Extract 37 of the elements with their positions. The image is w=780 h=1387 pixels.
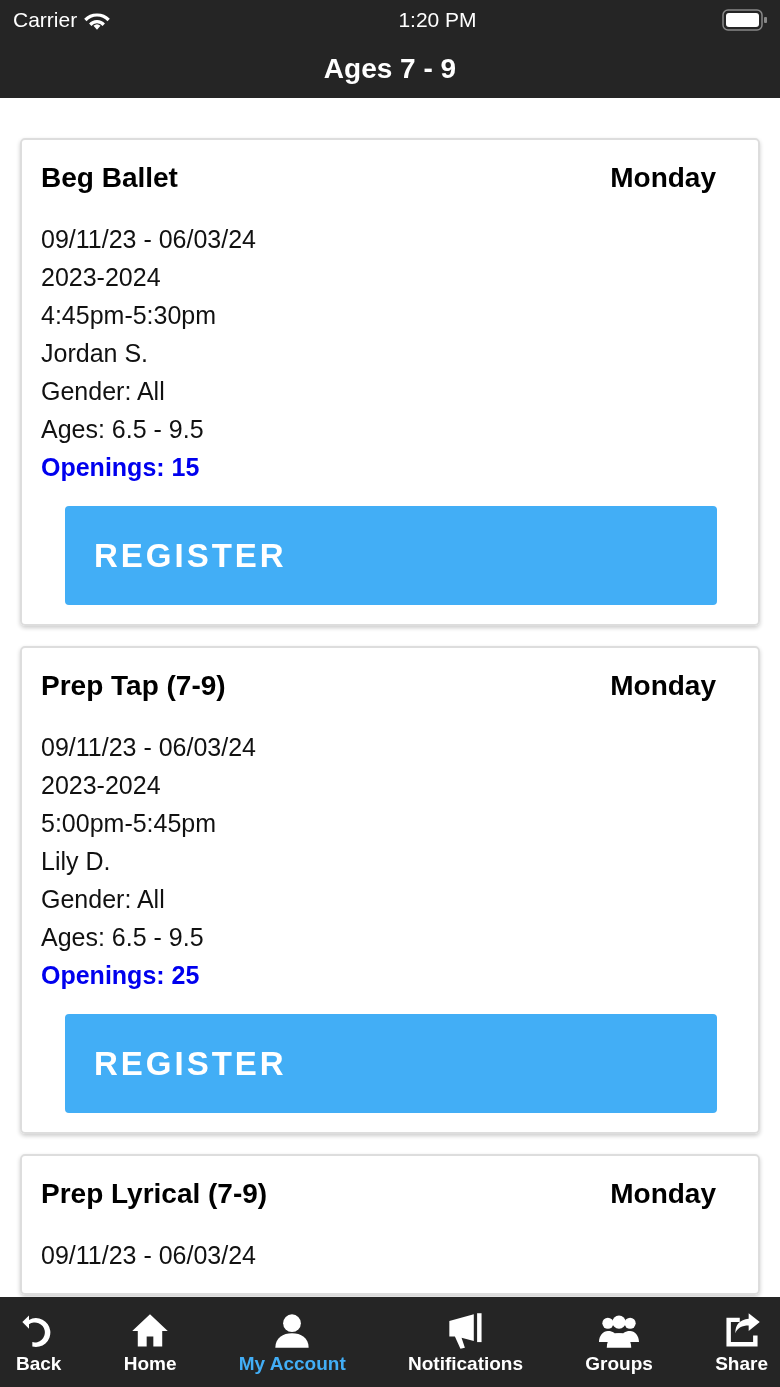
class-day: Monday [610, 1178, 716, 1210]
carrier-name: Carrier [13, 8, 78, 32]
openings-count: Openings: 15 [41, 452, 201, 483]
class-day: Monday [610, 162, 716, 194]
class-detail: Ages: 6.5 - 9.5 [41, 922, 205, 953]
openings-count: Openings: 25 [41, 960, 201, 991]
tab-label: Share [715, 1353, 768, 1375]
class-detail: 5:00pm-5:45pm [41, 808, 218, 839]
tab-label: Home [123, 1353, 177, 1375]
class-detail: Lily D. [41, 846, 112, 877]
screen-title: Ages 7 - 9 [323, 53, 457, 85]
class-detail: Gender: All [41, 376, 166, 407]
tab-label: Groups [585, 1353, 653, 1375]
tab-bar-item[interactable]: My Account [238, 1297, 346, 1387]
class-detail: Jordan S. [41, 338, 149, 369]
tab-label: Notifications [408, 1353, 524, 1375]
class-detail: 4:45pm-5:30pm [41, 300, 218, 331]
class-detail: Ages: 6.5 - 9.5 [41, 414, 205, 445]
tab-bar-item[interactable]: Notifications [408, 1297, 524, 1387]
class-day: Monday [610, 670, 716, 702]
tab-bar-item[interactable]: Groups [585, 1297, 653, 1387]
battery-icon [722, 9, 768, 31]
tab-bar-item[interactable]: Share [715, 1297, 768, 1387]
tab-label: My Account [238, 1353, 346, 1375]
tab-bar-item[interactable]: Home [123, 1297, 177, 1387]
class-name: Prep Tap (7-9) [41, 670, 226, 702]
class-name: Prep Lyrical (7-9) [41, 1178, 268, 1210]
class-detail: 2023-2024 [41, 770, 162, 801]
status-time: 1:20 PM [398, 8, 477, 32]
class-detail: 09/11/23 - 06/03/24 [41, 224, 257, 255]
class-detail: 2023-2024 [41, 262, 162, 293]
class-detail: Gender: All [41, 884, 166, 915]
class-detail: 09/11/23 - 06/03/24 [41, 1240, 257, 1271]
class-name: Beg Ballet [41, 162, 178, 194]
tab-label: Back [16, 1353, 62, 1375]
tab-bar-item[interactable]: Back [16, 1297, 62, 1387]
class-detail: 09/11/23 - 06/03/24 [41, 732, 257, 763]
